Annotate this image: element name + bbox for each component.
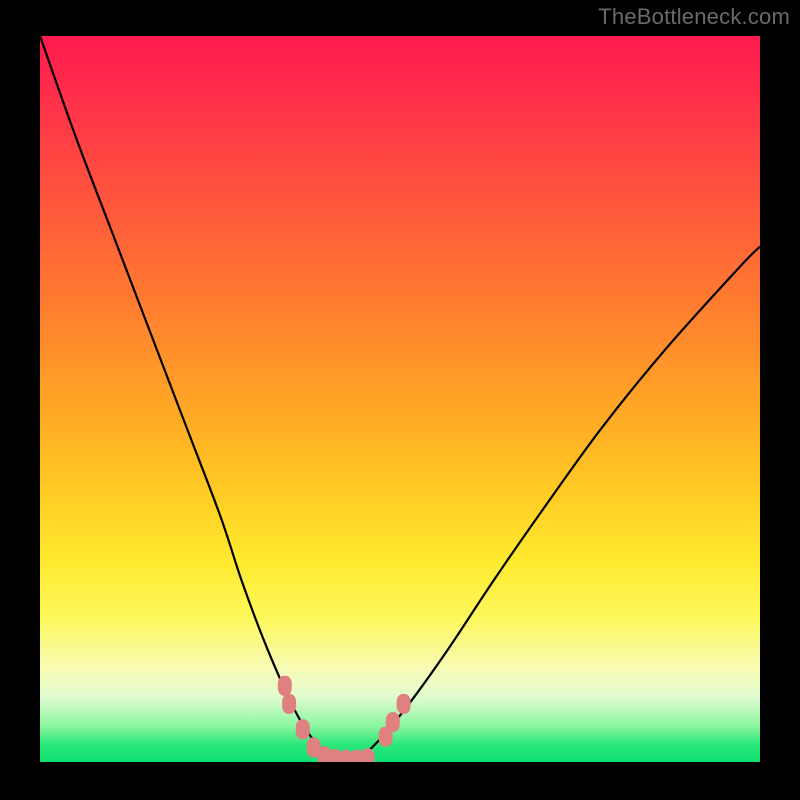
left-curve (40, 36, 342, 762)
plot-area (40, 36, 760, 762)
watermark-text: TheBottleneck.com (598, 4, 790, 30)
bead-marker (386, 712, 400, 732)
bead-marker (361, 748, 375, 762)
bead-marker (296, 719, 310, 739)
curves-svg (40, 36, 760, 762)
valley-beads (278, 676, 411, 762)
chart-frame: TheBottleneck.com (0, 0, 800, 800)
bead-marker (282, 694, 296, 714)
bead-marker (397, 694, 411, 714)
right-curve (350, 247, 760, 762)
bead-marker (278, 676, 292, 696)
